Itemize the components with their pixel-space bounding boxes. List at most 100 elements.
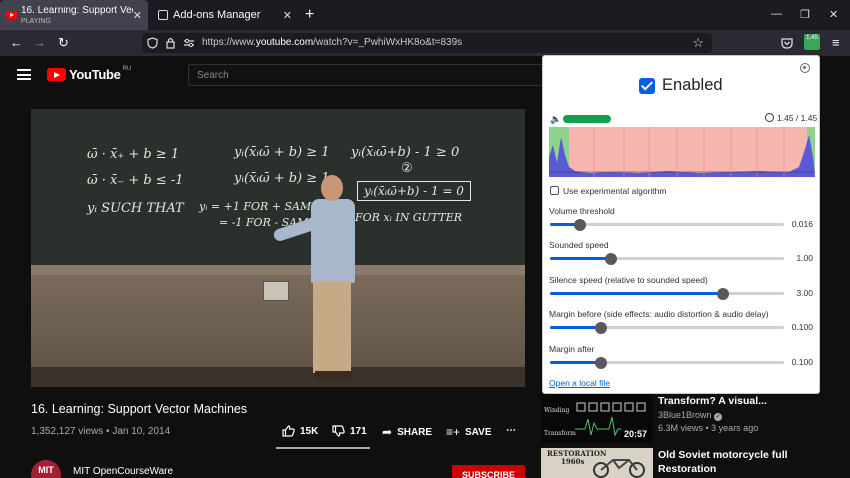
subscribe-button[interactable]: SUBSCRIBE — [452, 465, 525, 478]
share-button[interactable]: ➦ SHARE — [382, 425, 432, 439]
forward-arrow-icon[interactable]: → — [33, 35, 46, 50]
sounded-speed-slider[interactable] — [550, 252, 784, 265]
volume-threshold-slider[interactable] — [550, 218, 784, 231]
search-input[interactable]: Search — [188, 64, 548, 86]
motorcycle-graphic — [593, 459, 645, 478]
navigation-toolbar: ← → ↻ https://www.youtube.com/watch?v=_P… — [0, 30, 850, 56]
youtube-favicon-icon — [6, 11, 17, 19]
video-player[interactable]: ω̄ · x̄₊ + b ≥ 1 ω̄ · x̄₋ + b ≤ -1 yᵢ SU… — [31, 109, 525, 387]
slider-thumb[interactable] — [604, 252, 617, 265]
new-tab-icon[interactable]: + — [305, 6, 314, 24]
channel-name[interactable]: MIT OpenCourseWare — [73, 466, 173, 477]
channel-avatar[interactable]: MIT — [31, 460, 61, 478]
slider-value: 0.100 — [791, 357, 813, 367]
recommendation-stats: 6.3M views • 3 years ago — [658, 423, 759, 433]
tab-bar: 16. Learning: Support Vector Ma PLAYING … — [0, 0, 850, 30]
volume-meter — [563, 115, 611, 123]
thumbs-up-icon — [282, 425, 295, 437]
back-arrow-icon[interactable]: ← — [10, 35, 23, 50]
video-duration: 20:57 — [620, 428, 650, 440]
chalk-line: yᵢ SUCH THAT — [87, 201, 184, 216]
open-local-file-link[interactable]: Open a local file — [549, 378, 610, 388]
tab-addons-manager[interactable]: Add-ons Manager ✕ — [152, 0, 298, 30]
restore-icon[interactable]: ❐ — [800, 8, 810, 21]
shield-icon[interactable] — [147, 37, 158, 49]
minimize-icon[interactable]: — — [771, 8, 782, 20]
silence-speed-slider[interactable] — [550, 287, 784, 300]
chalk-line: ω̄ · x̄₊ + b ≥ 1 — [87, 147, 180, 162]
margin-before-slider[interactable] — [550, 321, 784, 334]
slider-value: 0.100 — [791, 322, 813, 332]
lock-icon[interactable] — [166, 37, 175, 49]
bookmark-star-icon[interactable]: ☆ — [692, 35, 704, 51]
slider-thumb[interactable] — [717, 287, 730, 300]
enabled-checkbox[interactable] — [639, 77, 655, 94]
more-actions-button[interactable]: ⋯ — [506, 425, 516, 436]
dislike-button[interactable]: 171 — [332, 425, 367, 437]
settings-gear-icon[interactable] — [800, 63, 810, 73]
slider-thumb[interactable] — [574, 218, 587, 231]
chalk-line: ω̄ · x̄₋ + b ≤ -1 — [87, 173, 184, 188]
close-tab-icon[interactable]: ✕ — [133, 9, 142, 22]
video-meta: 1,352,127 views • Jan 10, 2014 — [31, 426, 171, 437]
upload-date: Jan 10, 2014 — [112, 426, 171, 437]
slider-fill — [550, 326, 602, 329]
menu-icon[interactable]: ≡ — [832, 35, 840, 50]
wall-outlet-panel — [263, 281, 289, 301]
recommendation-title[interactable]: Transform? A visual... — [658, 395, 767, 409]
share-arrow-icon: ➦ — [382, 425, 393, 439]
volume-graph — [549, 127, 815, 177]
enabled-toggle[interactable]: Enabled — [639, 76, 723, 95]
url-text[interactable]: https://www.youtube.com/watch?v=_PwhiWxH… — [202, 37, 462, 48]
youtube-play-icon — [47, 68, 66, 81]
permissions-icon[interactable] — [183, 38, 195, 48]
save-button[interactable]: ≡+ SAVE — [446, 425, 492, 439]
slider-label: Margin before (side effects: audio disto… — [549, 309, 769, 319]
window-close-icon[interactable]: ✕ — [829, 8, 838, 21]
volume-icon: 🔈 — [550, 114, 562, 124]
speed-readout: 1.45 / 1.45 — [777, 113, 818, 123]
youtube-logo[interactable]: YouTube RU — [47, 65, 132, 82]
url-bar[interactable]: https://www.youtube.com/watch?v=_PwhiWxH… — [142, 33, 712, 53]
slider-thumb[interactable] — [595, 321, 608, 334]
puzzle-icon — [158, 10, 168, 20]
recommendation-thumbnail[interactable]: Winding Transform 20:57 — [541, 393, 653, 443]
jump-cutter-extension-icon[interactable]: 1.45 — [804, 34, 820, 50]
like-button[interactable]: 15K — [282, 425, 318, 437]
tab-youtube-video[interactable]: 16. Learning: Support Vector Ma PLAYING … — [0, 0, 148, 30]
lecturer-figure — [272, 175, 379, 387]
close-tab-icon[interactable]: ✕ — [283, 9, 292, 22]
blackboard-writing: ω̄ · x̄₊ + b ≥ 1 ω̄ · x̄₋ + b ≤ -1 yᵢ SU… — [31, 109, 525, 269]
enabled-label: Enabled — [662, 76, 723, 94]
slider-label: Margin after — [549, 344, 595, 354]
experimental-checkbox[interactable] — [550, 186, 559, 195]
experimental-label: Use experimental algorithm — [563, 186, 667, 196]
region-code: RU — [122, 65, 132, 72]
reload-icon[interactable]: ↻ — [58, 35, 69, 51]
margin-after-slider[interactable] — [550, 356, 784, 369]
slider-label: Sounded speed — [549, 240, 609, 250]
slider-thumb[interactable] — [595, 356, 608, 369]
slider-fill — [550, 292, 724, 295]
lecture-floor — [31, 367, 525, 387]
chalk-line: yᵢ(x̄ᵢω̄+b) - 1 ≥ 0 — [351, 145, 460, 160]
tab-title: 16. Learning: Support Vector Ma — [21, 5, 133, 16]
chalk-ledge — [31, 265, 525, 275]
verified-check-icon: ✓ — [714, 413, 723, 421]
slider-label: Silence speed (relative to sounded speed… — [549, 275, 708, 285]
video-title: 16. Learning: Support Vector Machines — [31, 402, 248, 416]
recommendation-thumbnail[interactable]: RESTORATION 1960s — [541, 448, 653, 478]
chalk-circled-number: ② — [401, 161, 413, 176]
recommendation-channel[interactable]: 3Blue1Brown ✓ — [658, 410, 723, 421]
recommendation-title[interactable]: Old Soviet motorcycle full Restoration — [658, 449, 788, 476]
slider-label: Volume threshold — [549, 206, 615, 216]
tab-playing-status: PLAYING — [21, 17, 51, 25]
pocket-icon[interactable] — [781, 37, 793, 49]
speed-gauge-icon — [765, 113, 774, 122]
tab-title: Add-ons Manager — [173, 9, 261, 21]
slider-fill — [550, 361, 602, 364]
add-to-playlist-icon: ≡+ — [446, 425, 461, 439]
like-ratio-bar — [276, 447, 370, 449]
slider-value: 1.00 — [796, 253, 813, 263]
hamburger-menu-icon[interactable] — [17, 69, 31, 80]
